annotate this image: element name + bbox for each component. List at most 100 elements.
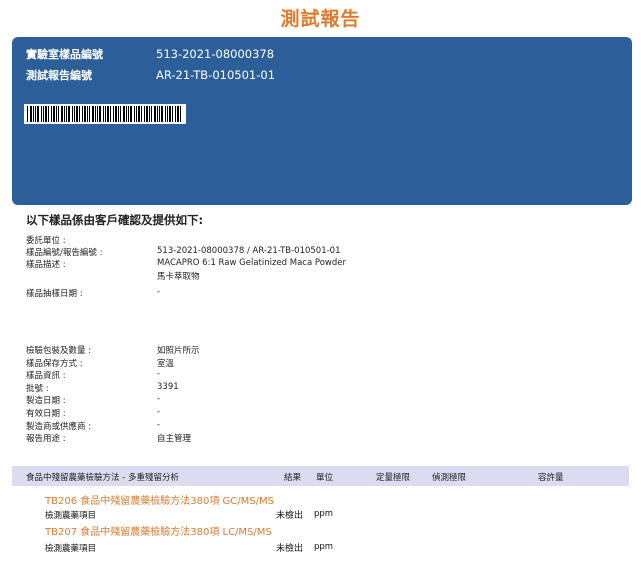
barcode-bar (172, 106, 173, 122)
barcode-bar (45, 106, 47, 122)
barcode-bar (130, 106, 132, 122)
test-result: 未檢出 (276, 544, 304, 554)
barcode-bar (37, 106, 39, 122)
barcode-bar (120, 106, 121, 122)
barcode-bar (82, 106, 83, 122)
barcode-bar (149, 106, 150, 122)
lab-sample-number-row: 實驗室樣品編號 513-2021-08000378 (26, 46, 274, 62)
barcode-bar (159, 106, 160, 122)
barcode-bar (72, 106, 73, 122)
barcode-bar (66, 106, 67, 122)
test-method-tb206: TB206 食品中殘留農藥檢驗方法380項 GC/MS/MS (45, 496, 274, 507)
barcode-bar (138, 106, 140, 122)
barcode-bar (68, 106, 70, 122)
test-item-label: 檢測農藥項目 (45, 511, 97, 521)
report-title: 測試報告 (280, 8, 361, 30)
barcode-bar (161, 106, 163, 122)
barcode-bar (157, 106, 158, 122)
barcode-bar (58, 106, 59, 122)
info-value: 自主管理 (157, 434, 192, 445)
test-result: 未檢出 (276, 511, 304, 521)
test-unit: ppm (314, 509, 334, 519)
barcode-bar (53, 106, 55, 122)
info-label: 樣品資訊 : (26, 371, 66, 382)
barcode-bar (43, 106, 44, 122)
barcode-bar (169, 106, 171, 122)
info-value: 室溫 (157, 358, 175, 369)
info-value: - (157, 419, 161, 430)
barcode-bar (136, 106, 137, 122)
info-label: 批號 : (26, 383, 49, 394)
barcode-bar (115, 106, 117, 122)
barcode-bar (56, 106, 57, 122)
info-value: - (157, 394, 161, 405)
barcode-bar (107, 106, 109, 122)
info-label: 樣品描述 : (26, 260, 66, 270)
barcode-graphic (27, 106, 181, 122)
barcode-bar (30, 106, 32, 122)
info-label: 樣品抽樣日期 : (26, 289, 83, 299)
info-value: 馬卡萃取物 (157, 272, 200, 282)
info-value: 513-2021-08000378 / AR-21-TB-010501-01 (157, 246, 341, 256)
barcode-bar (144, 106, 145, 122)
barcode-bar (134, 106, 135, 122)
results-table-header: 食品中殘留農藥檢驗方法 - 多重殘留分析 結果 單位 定量極限 偵測極限 容許量 (12, 466, 629, 486)
barcode-bar (74, 106, 75, 122)
barcode-bar (146, 106, 148, 122)
barcode-bar (118, 106, 119, 122)
header-unit: 單位 (316, 473, 334, 483)
barcode-bar (110, 106, 111, 122)
barcode-bar (175, 106, 176, 122)
barcode-bar (76, 106, 78, 122)
info-label: 檢驗包裝及數量 : (26, 346, 92, 356)
test-method-tb207: TB207 食品中殘留農藥檢驗方法380項 LC/MS/MS (45, 527, 272, 538)
barcode (24, 104, 186, 124)
barcode-bar (64, 106, 65, 122)
report-number-label: 測試報告編號 (26, 69, 92, 82)
barcode-bar (92, 106, 94, 122)
barcode-bar (126, 106, 127, 122)
info-label: 報告用途 : (26, 434, 66, 445)
barcode-bar (41, 106, 42, 122)
lab-sample-number-label: 實驗室樣品編號 (26, 48, 103, 61)
barcode-bar (154, 106, 156, 122)
lab-sample-number-value: 513-2021-08000378 (156, 47, 275, 61)
info-label: 有效日期 : (26, 409, 66, 419)
barcode-bar (167, 106, 168, 122)
info-label: 製造日期 : (26, 396, 66, 407)
barcode-bar (27, 106, 28, 122)
header-lod: 偵測極限 (432, 473, 467, 483)
report-header-panel: 實驗室樣品編號 513-2021-08000378 測試報告編號 AR-21-TB-… (12, 37, 632, 205)
sample-intro-heading: 以下樣品係由客戶確認及提供如下: (26, 213, 204, 227)
barcode-bar (99, 106, 101, 122)
barcode-bar (33, 106, 34, 122)
barcode-bar (87, 106, 88, 122)
header-method: 食品中殘留農藥檢驗方法 - 多重殘留分析 (26, 473, 179, 483)
barcode-bar (165, 106, 166, 122)
barcode-bar (105, 106, 106, 122)
info-label: 樣品編號/報告編號 : (26, 248, 103, 258)
barcode-bar (95, 106, 96, 122)
barcode-bar (79, 106, 80, 122)
info-value: 3391 (157, 381, 179, 392)
test-item-label: 檢測農藥項目 (45, 544, 97, 554)
barcode-bar (128, 106, 129, 122)
barcode-bar (61, 106, 63, 122)
header-result: 結果 (284, 473, 302, 483)
barcode-bar (180, 106, 181, 122)
barcode-bar (103, 106, 104, 122)
barcode-bar (89, 106, 90, 122)
info-value: 如照片所示 (157, 346, 200, 356)
header-tolerance: 容許量 (538, 473, 564, 483)
barcode-bar (177, 106, 179, 122)
report-number-value: AR-21-TB-010501-01 (156, 68, 276, 82)
barcode-bar (35, 106, 36, 122)
barcode-bar (123, 106, 125, 122)
info-label: 委託單位 : (26, 236, 66, 246)
info-label: 樣品保存方式 : (26, 358, 83, 369)
barcode-bar (151, 106, 152, 122)
barcode-bar (113, 106, 114, 122)
info-value: - (157, 369, 161, 380)
barcode-bar (51, 106, 52, 122)
info-value: MACAPRO 6:1 Raw Gelatinized Maca Powder (157, 258, 346, 268)
